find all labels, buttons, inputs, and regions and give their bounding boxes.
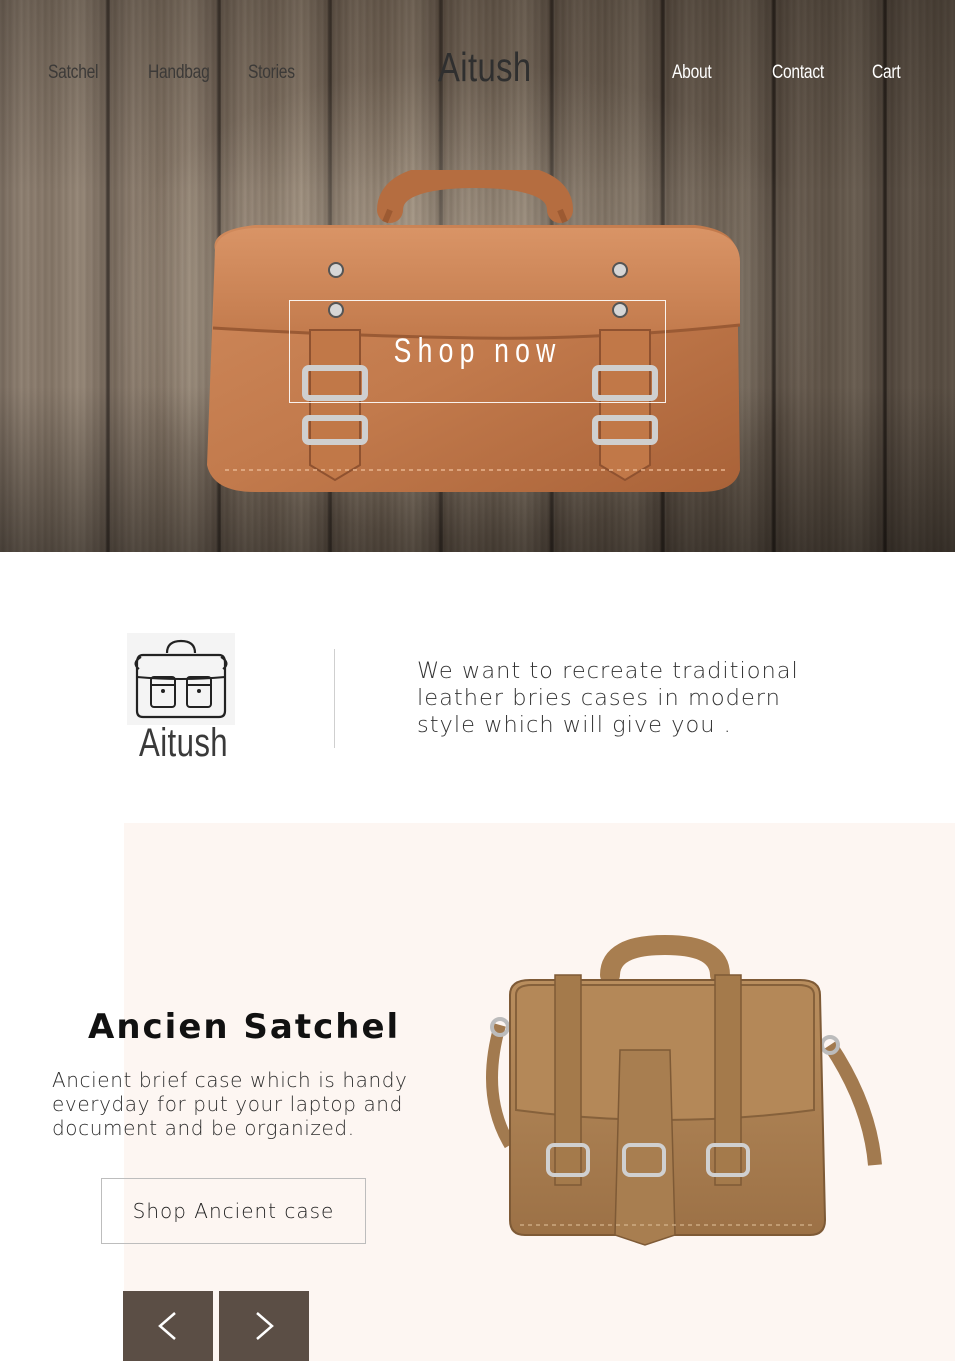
nav-cart[interactable]: Cart xyxy=(872,62,901,84)
satchel-product-image xyxy=(486,935,882,1246)
product-description: Ancient brief case which is handy everyd… xyxy=(52,1068,408,1140)
shop-now-button[interactable]: Shop now xyxy=(289,300,666,403)
product-title: Ancien Satchel xyxy=(88,1007,401,1047)
next-slide-button[interactable] xyxy=(219,1291,309,1361)
shop-now-label: Shop now xyxy=(393,332,562,370)
shop-ancient-case-button[interactable]: Shop Ancient case xyxy=(101,1178,366,1244)
vertical-divider xyxy=(334,649,335,748)
logo-icon-background xyxy=(127,633,235,725)
hero-banner: Satchel Handbag Stories Aitush About Con… xyxy=(0,0,955,552)
nav-stories[interactable]: Stories xyxy=(248,62,295,84)
brand-logo-text[interactable]: Aitush xyxy=(438,44,532,91)
nav-contact[interactable]: Contact xyxy=(772,62,824,84)
chevron-left-icon xyxy=(158,1312,176,1340)
brand-logo: Aitush xyxy=(127,633,237,765)
previous-slide-button[interactable] xyxy=(123,1291,213,1361)
nav-handbag[interactable]: Handbag xyxy=(148,62,210,84)
mission-statement: We want to recreate traditional leather … xyxy=(417,658,799,738)
briefcase-logo-icon xyxy=(134,639,228,719)
chevron-right-icon xyxy=(256,1312,274,1340)
nav-about[interactable]: About xyxy=(672,62,712,84)
logo-wordmark: Aitush xyxy=(139,721,229,765)
nav-satchel[interactable]: Satchel xyxy=(48,62,98,84)
